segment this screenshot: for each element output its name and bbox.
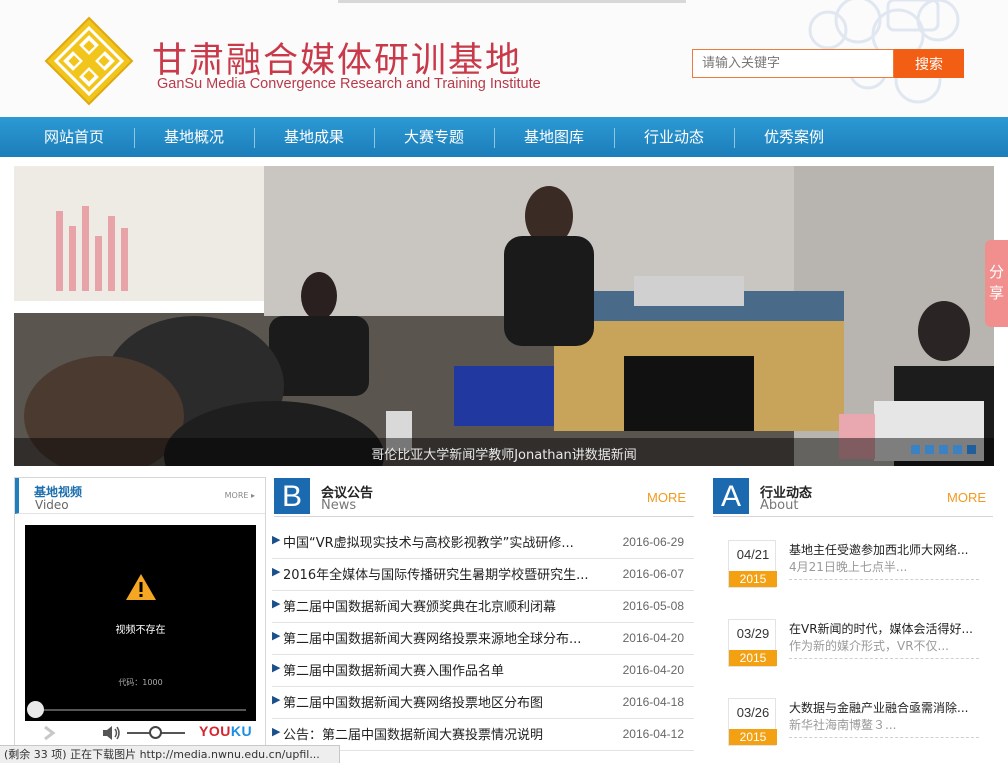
item-title[interactable]: 大数据与金融产业融合亟需消除...	[789, 699, 968, 716]
site-title-en: GanSu Media Convergence Research and Tra…	[157, 76, 541, 92]
share-button[interactable]: 分享	[985, 240, 1008, 327]
date-badge: 03/29 2015	[728, 619, 777, 667]
slide-dot-5[interactable]	[967, 445, 976, 454]
list-item[interactable]: 03/29 2015 在VR新闻的时代，媒体会活得好... 作为新的媒介形式，VR…	[728, 619, 990, 683]
nav-separator	[134, 128, 135, 148]
warning-icon	[126, 574, 156, 600]
banner-caption: 哥伦比亚大学新闻学教师Jonathan讲数据新闻	[371, 448, 637, 463]
news-panel-header: B 会议公告 News MORE	[274, 478, 694, 516]
news-header-divider	[274, 516, 694, 517]
dynamics-panel-header: A 行业动态 About MORE	[713, 478, 993, 516]
slide-indicators	[906, 439, 976, 458]
dynamics-more-link[interactable]: MORE	[947, 490, 986, 505]
nav-item-home[interactable]: 网站首页	[44, 117, 104, 157]
date-badge: 04/21 2015	[728, 540, 777, 588]
news-row[interactable]: ▶ 中国“VR虚拟现实技术与高校影视教学”实战研修... 2016-06-29	[272, 527, 694, 559]
news-badge: B	[274, 478, 310, 514]
news-title-en: News	[321, 498, 357, 513]
item-summary: 4月21日晚上七点半...	[789, 560, 908, 574]
nav-item-contest[interactable]: 大赛专题	[404, 117, 464, 157]
nav-separator	[734, 128, 735, 148]
dynamics-title-en: About	[760, 498, 799, 513]
top-scrollbar-strip	[338, 0, 686, 3]
video-player[interactable]: 视频不存在 代码：1000 YOUKU	[25, 525, 256, 745]
nav-item-industry[interactable]: 行业动态	[644, 117, 704, 157]
news-more-link[interactable]: MORE	[647, 490, 686, 505]
play-icon[interactable]	[41, 725, 57, 741]
nav-item-overview[interactable]: 基地概况	[164, 117, 224, 157]
list-item[interactable]: 03/26 2015 大数据与金融产业融合亟需消除... 新华社海南博鳌３...	[728, 698, 990, 762]
item-title[interactable]: 基地主任受邀参加西北师大网络...	[789, 541, 968, 558]
news-row[interactable]: ▶ 第二届中国数据新闻大赛网络投票地区分布图 2016-04-18	[272, 687, 694, 719]
item-summary: 新华社海南博鳌３...	[789, 718, 897, 732]
video-panel-header: 基地视频 Video MORE ▸	[15, 478, 265, 514]
news-row[interactable]: ▶ 第二届中国数据新闻大赛颁奖典在北京顺利闭幕 2016-05-08	[272, 591, 694, 623]
video-progress-track[interactable]	[35, 709, 246, 711]
youku-logo: YOUKU	[199, 723, 253, 739]
dynamics-header-divider	[713, 516, 993, 517]
news-row[interactable]: ▶ 第二届中国数据新闻大赛入围作品名单 2016-04-20	[272, 655, 694, 687]
item-divider	[789, 579, 979, 580]
institute-logo-icon	[44, 16, 134, 106]
nav-item-achievements[interactable]: 基地成果	[284, 117, 344, 157]
nav-item-cases[interactable]: 优秀案例	[764, 117, 824, 157]
volume-icon[interactable]	[101, 725, 121, 741]
nav-separator	[254, 128, 255, 148]
item-divider	[789, 737, 979, 738]
item-summary: 作为新的媒介形式，VR不仅...	[789, 639, 949, 653]
video-error-code: 代码：1000	[118, 678, 163, 687]
slide-dot-4[interactable]	[953, 445, 962, 454]
news-row[interactable]: ▶ 2016年全媒体与国际传播研究生暑期学校暨研究生... 2016-06-07	[272, 559, 694, 591]
video-panel: 基地视频 Video MORE ▸ 视频不存在 代码：1000 YOUKU	[14, 477, 266, 757]
slide-dot-2[interactable]	[925, 445, 934, 454]
browser-status-bar: (剩余 33 项) 正在下载图片 http://media.nwnu.edu.c…	[0, 745, 340, 763]
banner-caption-bar: 哥伦比亚大学新闻学教师Jonathan讲数据新闻	[14, 438, 994, 466]
video-title-en: Video	[35, 498, 69, 512]
date-badge: 03/26 2015	[728, 698, 777, 746]
slide-dot-3[interactable]	[939, 445, 948, 454]
item-title[interactable]: 在VR新闻的时代，媒体会活得好...	[789, 620, 973, 637]
search-input[interactable]	[692, 49, 894, 78]
nav-separator	[494, 128, 495, 148]
slide-dot-1[interactable]	[911, 445, 920, 454]
main-nav: 网站首页 基地概况 基地成果 大赛专题 基地图库 行业动态 优秀案例	[0, 117, 1008, 157]
banner-slideshow[interactable]: 哥伦比亚大学新闻学教师Jonathan讲数据新闻	[14, 166, 994, 466]
nav-item-gallery[interactable]: 基地图库	[524, 117, 584, 157]
video-controls: YOUKU	[25, 721, 256, 745]
list-item[interactable]: 04/21 2015 基地主任受邀参加西北师大网络... 4月21日晚上七点半..…	[728, 540, 990, 604]
news-row[interactable]: ▶ 第二届中国数据新闻大赛网络投票来源地全球分布... 2016-04-20	[272, 623, 694, 655]
dynamics-badge: A	[713, 478, 749, 514]
video-progress-handle[interactable]	[27, 701, 44, 718]
volume-handle[interactable]	[149, 726, 162, 739]
nav-separator	[614, 128, 615, 148]
site-header: 甘肃融合媒体研训基地 GanSu Media Convergence Resea…	[0, 0, 1008, 117]
video-more-link[interactable]: MORE ▸	[225, 491, 255, 500]
banner-photo	[14, 166, 994, 466]
search-button[interactable]: 搜索	[894, 49, 964, 78]
item-divider	[789, 658, 979, 659]
nav-separator	[374, 128, 375, 148]
video-error-message: 视频不存在	[115, 625, 166, 636]
